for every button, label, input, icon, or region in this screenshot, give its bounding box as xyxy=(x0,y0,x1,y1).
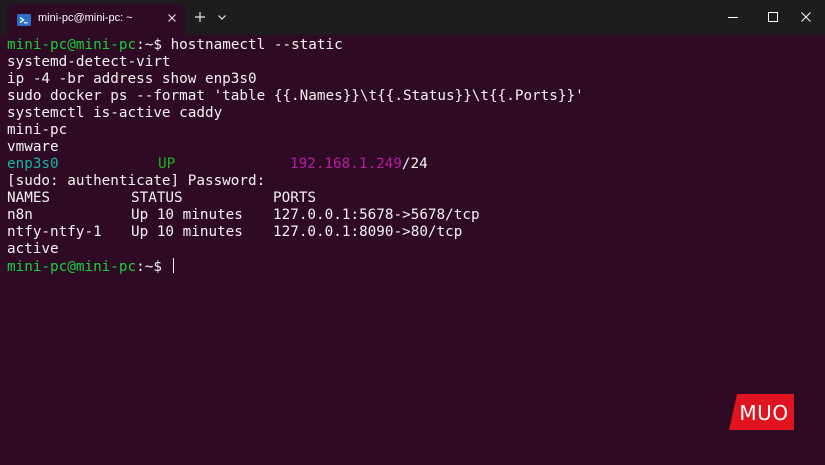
container-status: Up 10 minutes xyxy=(131,207,243,223)
column-header: STATUS xyxy=(131,190,183,206)
output-line: vmware xyxy=(7,139,59,155)
logo-text: MUO xyxy=(739,401,788,425)
output-line: ip -4 -br address show enp3s0 xyxy=(7,71,257,87)
powershell-icon xyxy=(17,14,31,26)
caddy-status: active xyxy=(7,241,59,257)
prompt-user-host: mini-pc@mini-pc xyxy=(7,259,137,275)
table-row: n8n Up 10 minutes 127.0.0.1:5678->5678/t… xyxy=(7,207,607,224)
prompt-user-host: mini-pc@mini-pc xyxy=(7,37,137,53)
title-bar: mini-pc@mini-pc: ~ xyxy=(0,0,825,35)
terminal-window: mini-pc@mini-pc: ~ mini-pc@mini-pc:~$ ho… xyxy=(0,0,825,465)
column-header: NAMES xyxy=(7,190,51,206)
sudo-prompt: [sudo: authenticate] Password: xyxy=(7,173,266,189)
container-status: Up 10 minutes xyxy=(131,224,243,240)
tab-terminal[interactable]: mini-pc@mini-pc: ~ xyxy=(7,4,185,35)
interface-state: UP xyxy=(158,156,176,172)
interface-line: enp3s0 UP 192.168.1.249/24 xyxy=(7,156,607,173)
output-line: sudo docker ps --format 'table {{.Names}… xyxy=(7,88,584,104)
close-icon xyxy=(801,12,811,22)
table-row: ntfy-ntfy-1 Up 10 minutes 127.0.0.1:8090… xyxy=(7,224,607,241)
tab-title: mini-pc@mini-pc: ~ xyxy=(38,12,133,24)
output-line: systemctl is-active caddy xyxy=(7,105,223,121)
interface-ip: 192.168.1.249 xyxy=(290,156,402,172)
output-line: mini-pc xyxy=(7,122,68,138)
command-text: hostnamectl --static xyxy=(170,37,343,53)
close-icon[interactable] xyxy=(165,11,179,25)
column-header: PORTS xyxy=(273,190,317,206)
interface-name: enp3s0 xyxy=(7,156,59,172)
chevron-down-icon[interactable] xyxy=(214,7,230,27)
prompt-symbol: $ xyxy=(153,37,171,53)
prompt-separator: : xyxy=(136,259,145,275)
terminal-output[interactable]: mini-pc@mini-pc:~$ hostnamectl --static … xyxy=(7,37,817,457)
container-ports: 127.0.0.1:5678->5678/tcp xyxy=(273,207,480,223)
command-line: mini-pc@mini-pc:~$ hostnamectl --static xyxy=(7,37,343,54)
prompt-symbol: $ xyxy=(153,259,171,275)
prompt-separator: : xyxy=(136,37,145,53)
container-name: n8n xyxy=(7,207,33,223)
maximize-icon xyxy=(768,12,778,22)
interface-prefix: /24 xyxy=(401,156,428,172)
minimize-icon xyxy=(728,17,738,18)
output-line: systemd-detect-virt xyxy=(7,54,171,70)
table-header: NAMES STATUS PORTS xyxy=(7,190,607,207)
close-window-button[interactable] xyxy=(783,0,825,35)
container-ports: 127.0.0.1:8090->80/tcp xyxy=(273,224,463,240)
container-name: ntfy-ntfy-1 xyxy=(7,224,102,240)
muo-logo: MUO xyxy=(729,394,794,430)
prompt-line[interactable]: mini-pc@mini-pc:~$ xyxy=(7,258,174,275)
plus-icon[interactable] xyxy=(191,7,209,27)
text-cursor xyxy=(172,258,174,273)
